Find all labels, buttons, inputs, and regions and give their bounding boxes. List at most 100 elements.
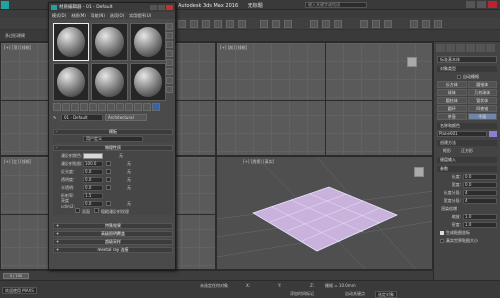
close-button[interactable] (488, 1, 497, 8)
luminance-checkbox[interactable] (106, 201, 111, 206)
name-color-rollout[interactable]: 名称和颜色 (437, 123, 497, 129)
diffuse-map-checkbox[interactable] (106, 161, 111, 166)
uv-tiling-button[interactable] (166, 50, 173, 57)
template-dropdown[interactable]: 用户定义 (83, 136, 143, 142)
geosphere-button[interactable]: 几何球体 (467, 89, 497, 96)
menu-options[interactable]: 选项(O) (110, 12, 124, 19)
viewport-front[interactable]: [+] [前] [线框] (216, 42, 433, 156)
shininess-map-button[interactable]: 无 (127, 169, 131, 175)
plane-object[interactable] (217, 157, 433, 270)
make-copy-button[interactable] (89, 103, 97, 111)
rectangle-radio[interactable]: 矩形 (443, 148, 451, 154)
tab-motion[interactable] (466, 44, 475, 52)
cone-button[interactable]: 圆锥体 (467, 81, 497, 88)
minimize-button[interactable] (150, 5, 157, 10)
timeline[interactable]: 0 / 100 (0, 270, 433, 280)
mental-ray-header[interactable]: + mental ray 连接 (53, 247, 173, 253)
gen-mapping-row[interactable]: 生成贴图坐标 (437, 229, 497, 236)
go-forward-sibling-button[interactable] (152, 103, 160, 111)
creation-method-rollout[interactable]: 创建方法 (437, 140, 497, 146)
tab-utilities[interactable] (486, 44, 495, 52)
cylinder-button[interactable]: 圆柱体 (437, 97, 467, 104)
autogrid-checkbox[interactable] (457, 74, 461, 79)
square-radio[interactable]: 正方形 (461, 148, 473, 154)
viewport-perspective[interactable]: [+] [透视] [真实] (216, 156, 433, 270)
toolbar-button[interactable] (410, 20, 418, 28)
put-to-scene-button[interactable] (62, 103, 70, 111)
toolbar-button[interactable] (384, 20, 392, 28)
sphere-button[interactable]: 球体 (437, 89, 467, 96)
sample-type-button[interactable] (166, 23, 173, 30)
viewport-label[interactable]: [+] [前] [线框] (220, 45, 247, 51)
translucency-map-button[interactable]: 无 (127, 185, 131, 191)
add-time-tag[interactable]: 添加时间标记 (290, 291, 314, 298)
backlight-button[interactable] (166, 32, 173, 39)
show-map-button[interactable] (125, 103, 133, 111)
sample-slot[interactable] (91, 23, 128, 61)
put-to-library-button[interactable] (107, 103, 115, 111)
toolbar-button[interactable] (238, 20, 246, 28)
shininess-value[interactable]: 0.0 (83, 168, 103, 175)
sample-slot[interactable] (91, 63, 128, 101)
toolbar-button[interactable] (202, 20, 210, 28)
tab-create[interactable] (436, 44, 445, 52)
physical-header[interactable]: - 物理性质 (53, 145, 173, 151)
selection-set-dropdown[interactable]: 选定对象 (375, 291, 397, 298)
assign-material-button[interactable] (71, 103, 79, 111)
diffuse-color-swatch[interactable] (83, 152, 103, 159)
toolbar-button[interactable] (422, 20, 430, 28)
menu-navigation[interactable]: 导航(N) (91, 12, 105, 19)
autokey-button[interactable]: 自动关键点 (345, 291, 365, 298)
object-category-dropdown[interactable]: 标准基本体 (437, 56, 497, 63)
go-to-parent-button[interactable] (143, 103, 151, 111)
plane-button[interactable]: 平面 (467, 113, 497, 120)
real-world-row[interactable]: 真实世界贴图大小 (437, 237, 497, 244)
viewport-label[interactable]: [+] [顶] [线框] (4, 45, 31, 51)
luminance-map-button[interactable]: 无 (127, 201, 131, 207)
length-segs-field[interactable]: 4 (463, 189, 497, 196)
adv-lighting-header[interactable]: + 高级照明覆盖 (53, 231, 173, 237)
eyedropper-icon[interactable]: ✎ (53, 115, 59, 120)
toolbar-button[interactable] (434, 20, 442, 28)
tube-button[interactable]: 管状体 (467, 97, 497, 104)
toolbar-button[interactable] (284, 20, 292, 28)
special-effects-header[interactable]: + 特殊效果 (53, 223, 173, 229)
transparency-checkbox[interactable] (106, 177, 111, 182)
pyramid-button[interactable]: 四棱锥 (467, 105, 497, 112)
autogrid-row[interactable]: 自动栅格 (437, 73, 497, 80)
reset-map-button[interactable] (80, 103, 88, 111)
close-button[interactable] (166, 5, 173, 10)
sample-slot[interactable] (53, 23, 90, 61)
width-segs-field[interactable]: 4 (463, 197, 497, 204)
material-name-field[interactable]: 01 - Default (61, 113, 103, 121)
teapot-button[interactable]: 茶壶 (437, 113, 467, 120)
material-type-button[interactable]: Architectural (105, 113, 147, 121)
two-sided-option[interactable]: 双面 (75, 208, 90, 215)
ior-value[interactable]: 1.5 (83, 192, 103, 199)
search-input[interactable]: 键入关键字或短语 (305, 2, 367, 8)
make-unique-button[interactable] (98, 103, 106, 111)
real-world-checkbox[interactable] (440, 238, 444, 243)
luminance-value[interactable]: 0.0 (83, 200, 103, 207)
material-id-button[interactable] (116, 103, 124, 111)
tab-display[interactable] (476, 44, 485, 52)
object-name-field[interactable]: Plane001 (437, 130, 487, 137)
preview-button[interactable] (166, 68, 173, 75)
translucency-value[interactable]: 0.0 (83, 184, 103, 191)
get-material-button[interactable] (53, 103, 61, 111)
tab-modify[interactable] (446, 44, 455, 52)
keyboard-entry-rollout[interactable]: 键盘输入 (437, 157, 497, 163)
translucency-checkbox[interactable] (106, 185, 111, 190)
menu-mode[interactable]: 模式(D) (52, 12, 66, 19)
minimize-button[interactable] (466, 1, 475, 8)
transparency-value[interactable]: 0.0 (83, 176, 103, 183)
diffuse-map-button[interactable]: 无 (127, 161, 131, 167)
density-field[interactable]: 1.0 (463, 221, 497, 228)
viewcube-icon[interactable] (407, 57, 417, 67)
transparency-map-button[interactable]: 无 (127, 177, 131, 183)
select-by-material-button[interactable] (166, 86, 173, 93)
app-logo-icon[interactable] (1, 1, 9, 9)
toolbar-button[interactable] (190, 20, 198, 28)
menu-utilities[interactable]: 实用程序(U) (129, 12, 151, 19)
raw-diffuse-option[interactable]: 粗糙漫反射纹理 (94, 208, 129, 215)
